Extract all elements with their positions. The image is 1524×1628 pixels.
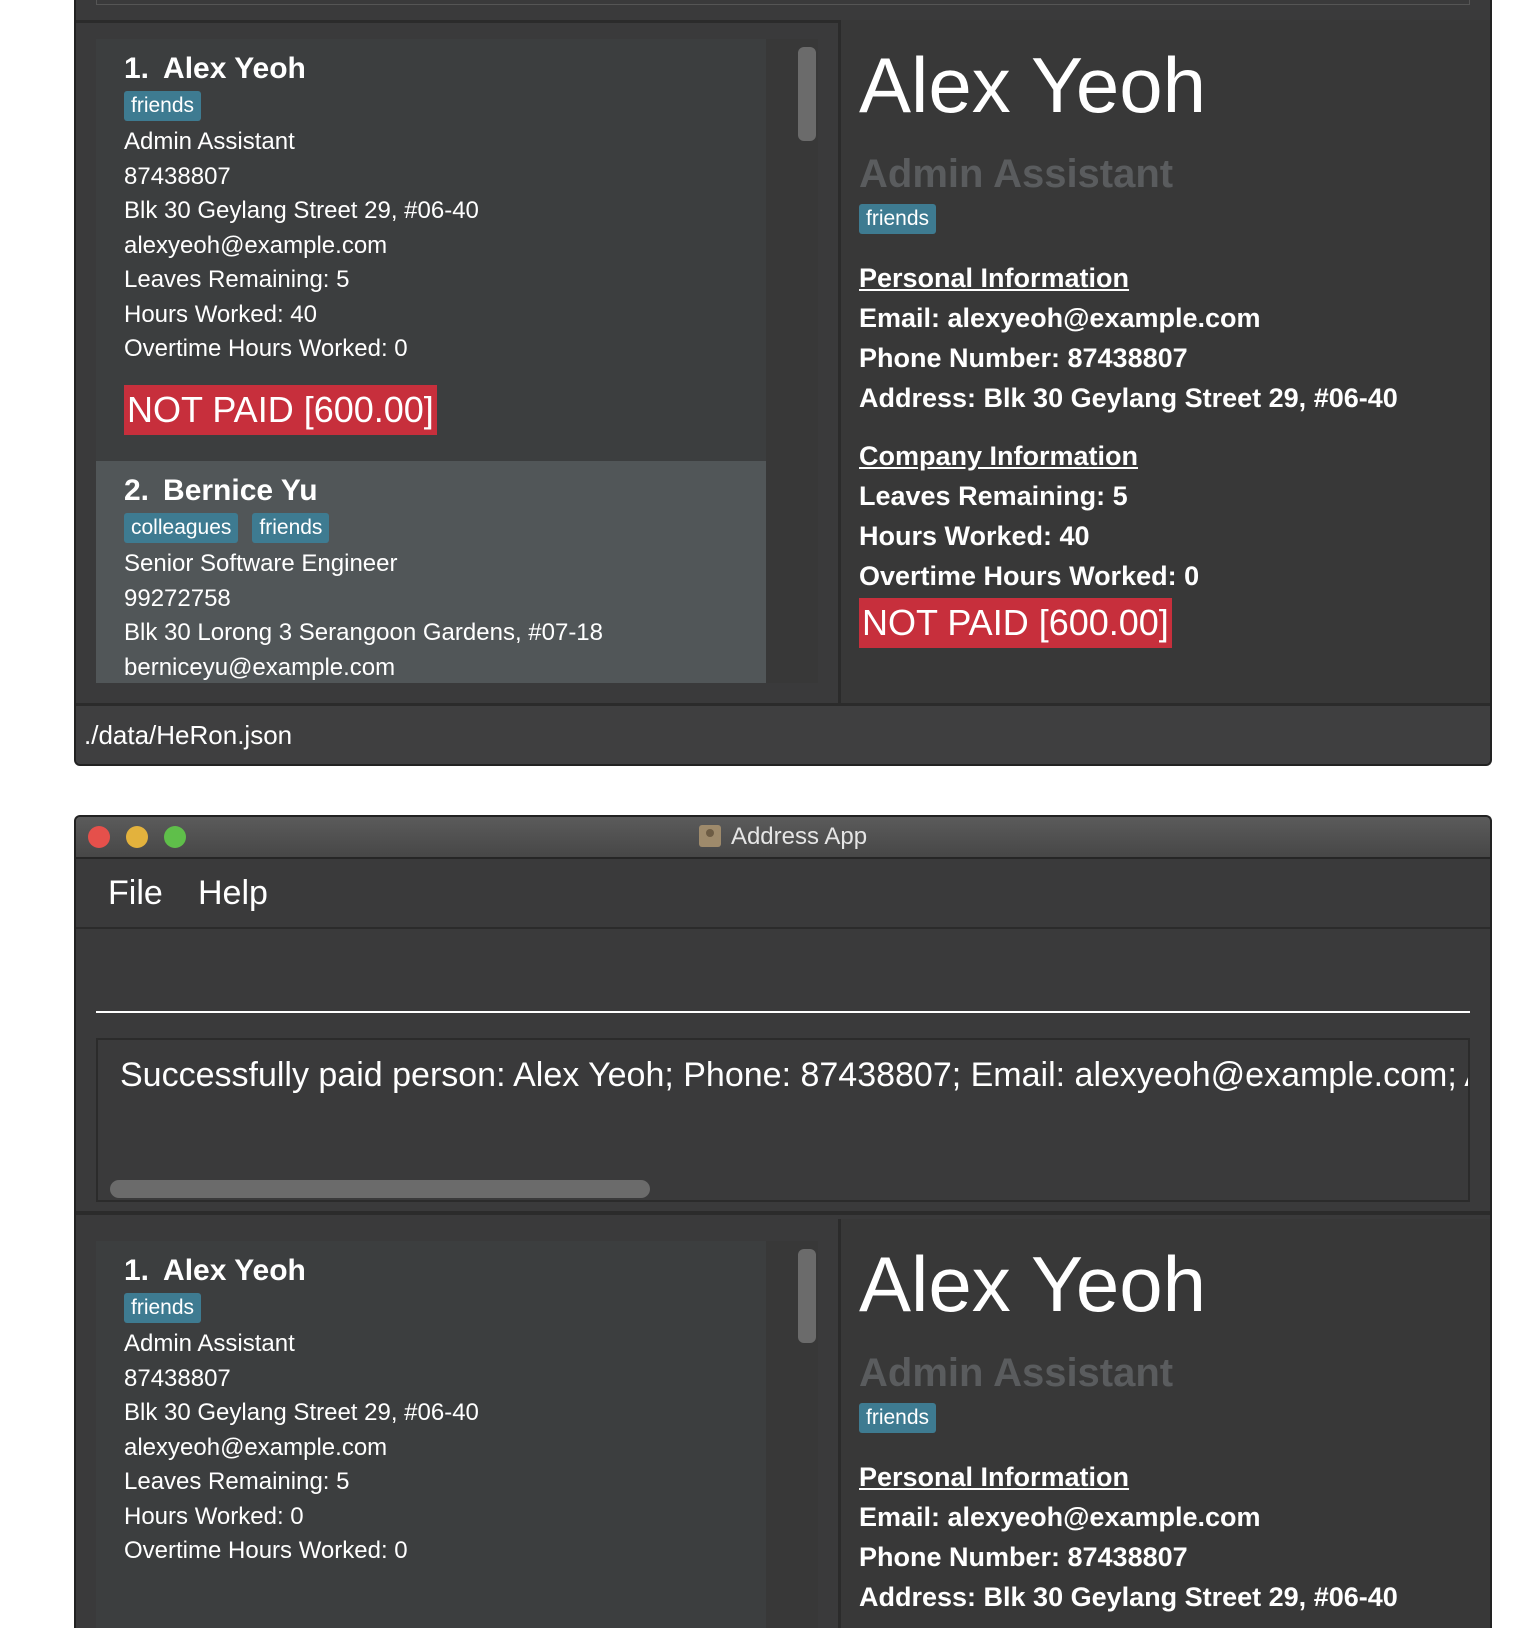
save-location: ./data/HeRon.json [84,720,293,750]
person-address: Blk 30 Geylang Street 29, #06-40 [124,197,479,224]
person-name: 2. Bernice Yu [124,474,318,507]
command-box [96,929,1470,1013]
detail-name: Alex Yeoh [859,1240,1207,1328]
person-phone: 87438807 [124,1364,231,1392]
list-scrollbar[interactable] [798,1249,816,1343]
person-role: Admin Assistant [124,128,295,155]
tag-row: colleagues friends [124,513,766,547]
detail-name: Alex Yeoh [859,41,1207,129]
tag: friends [859,204,937,234]
detail-tag-row: friends [859,204,950,234]
detail-address: Address: Blk 30 Geylang Street 29, #06-4… [859,383,1398,413]
tag: friends [124,1293,202,1323]
detail-address: Address: Blk 30 Geylang Street 29, #06-4… [859,1582,1398,1612]
detail-leaves: Leaves Remaining: 5 [859,481,1128,511]
detail-email: Email: alexyeoh@example.com [859,303,1261,333]
menu-help[interactable]: Help [198,859,268,927]
tag-row: friends [124,1293,766,1327]
detail-role: Admin Assistant [859,152,1174,196]
status-bar: ./data/HeRon.json [76,703,1490,764]
window-title: Address App [76,817,1490,857]
personal-info-heading: Personal Information [859,263,1130,293]
person-role: Admin Assistant [124,1330,295,1357]
person-hours: Hours Worked: 40 [124,300,317,328]
personal-info-heading: Personal Information [859,1462,1130,1492]
detail-hours: Hours Worked: 40 [859,521,1090,551]
tag: friends [859,1403,937,1433]
person-list-panel: 1. Alex Yeoh friends Admin Assistant 8743… [96,39,818,683]
person-card[interactable]: 2. Bernice Yu colleagues friends Senior So… [96,461,766,683]
person-address: Blk 30 Lorong 3 Serangoon Gardens, #07-1… [124,619,604,646]
address-book-app-icon [698,825,721,847]
result-horizontal-scrollbar[interactable] [110,1180,650,1198]
pay-status-badge: NOT PAID [600.00] [124,384,437,435]
person-leaves: Leaves Remaining: 5 [124,1468,350,1495]
person-phone: 87438807 [124,162,231,190]
person-hours: Hours Worked: 0 [124,1502,304,1530]
tag: colleagues [124,513,239,543]
person-leaves: Leaves Remaining: 5 [124,266,350,293]
detail-role: Admin Assistant [859,1351,1174,1395]
tag: friends [124,91,202,121]
window-titlebar[interactable]: Address App [76,817,1490,859]
detail-overtime: Overtime Hours Worked: 0 [859,561,1200,591]
person-overtime: Overtime Hours Worked: 0 [124,1537,408,1564]
menu-bar: File Help [76,859,1490,929]
person-email: alexyeoh@example.com [124,1433,388,1461]
list-scrollbar[interactable] [798,47,816,141]
result-message: Successfully paid person: Alex Yeoh; Pho… [120,1056,1470,1094]
person-role: Senior Software Engineer [124,550,398,577]
person-phone: 99272758 [124,584,231,612]
screenshot-after-pay: Address App File Help Successfully paid … [74,815,1492,1628]
screenshot-after-pay-before: 1. Alex Yeoh friends Admin Assistant 8743… [74,0,1492,766]
menu-file[interactable]: File [108,859,163,927]
person-address: Blk 30 Geylang Street 29, #06-40 [124,1399,479,1426]
detail-phone: Phone Number: 87438807 [859,343,1188,373]
person-detail-panel: Alex Yeoh Admin Assistant friends Person… [838,1219,1490,1628]
tag-row: friends [124,91,766,125]
person-detail-panel: Alex Yeoh Admin Assistant friends Person… [838,20,1490,703]
person-email: alexyeoh@example.com [124,231,388,259]
detail-tag-row: friends [859,1403,950,1433]
person-email: berniceyu@example.com [124,653,396,681]
company-info-heading: Company Information [859,441,1139,471]
person-card[interactable]: 1. Alex Yeoh friends Admin Assistant 8743… [96,1241,766,1628]
person-name: 1. Alex Yeoh [124,52,306,85]
tag: friends [252,513,330,543]
person-list-panel: 1. Alex Yeoh friends Admin Assistant 8743… [96,1241,818,1628]
result-display[interactable]: Successfully paid person: Alex Yeoh; Pho… [96,1038,1470,1202]
person-card[interactable]: 1. Alex Yeoh friends Admin Assistant 8743… [96,39,766,461]
command-input[interactable] [96,931,1470,1013]
detail-pay-status-badge: NOT PAID [600.00] [859,598,1172,648]
person-overtime: Overtime Hours Worked: 0 [124,335,408,362]
person-name: 1. Alex Yeoh [124,1254,306,1287]
detail-phone: Phone Number: 87438807 [859,1542,1188,1572]
detail-email: Email: alexyeoh@example.com [859,1502,1261,1532]
